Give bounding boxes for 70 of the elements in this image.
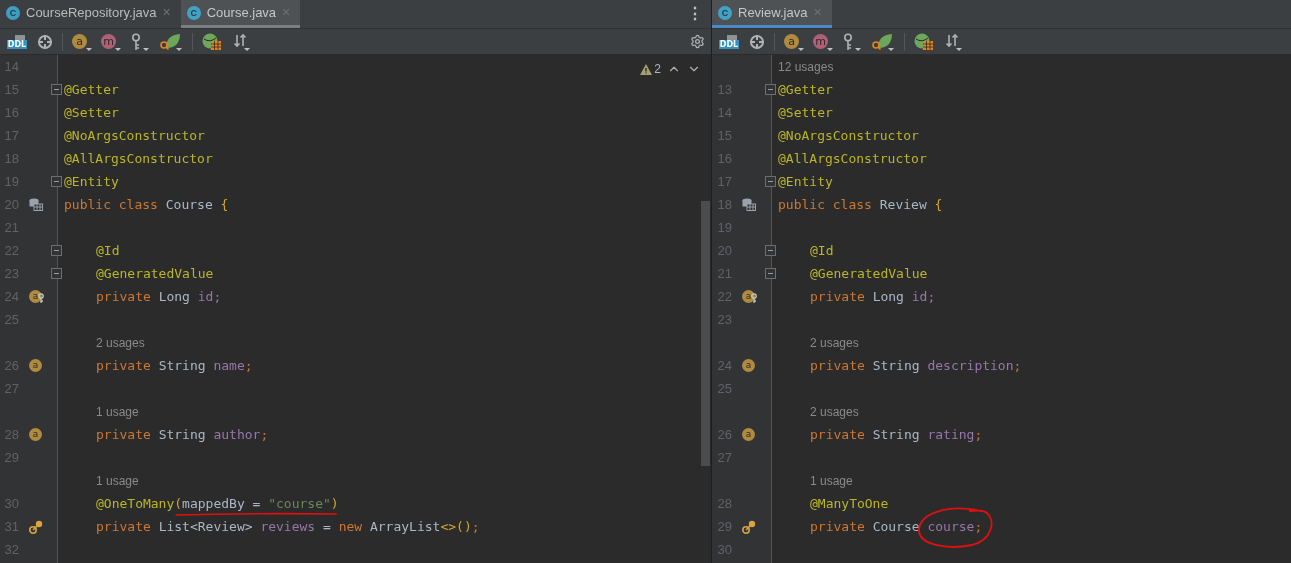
code-line: @GeneratedValue [96,264,214,283]
code-line: private Long id; [96,287,222,306]
key-dropdown-icon[interactable] [130,32,150,51]
code-line: @NoArgsConstructor [64,126,205,145]
settings-icon[interactable] [690,34,705,49]
more-menu-button[interactable]: ⋮ [679,2,711,26]
code-line: @OneToMany(mappedBy = "course") [96,493,339,514]
link-icon [29,519,43,534]
code-line: @Entity [778,172,833,191]
code-line: @Id [810,241,834,260]
sort-icon[interactable] [945,32,963,51]
sort-icon[interactable] [233,32,251,51]
code-line: @Getter [64,80,119,99]
code-line: @Id [96,241,120,260]
globe-table-icon[interactable] [202,32,224,51]
class-icon: C [6,5,20,20]
code-line: @Setter [778,103,833,122]
code-line: public class Course { [64,195,229,214]
key-dropdown-icon[interactable] [842,32,862,51]
tab-label: CourseRepository.java [26,3,157,22]
fold-icon[interactable] [765,245,776,256]
close-icon[interactable]: × [162,2,171,23]
code-line: @NoArgsConstructor [778,126,919,145]
usages-hint[interactable]: 2 usages [810,402,859,421]
warning-count[interactable]: 2 [654,60,661,78]
usages-hint[interactable]: 2 usages [810,333,859,352]
globe-table-icon[interactable] [914,32,936,51]
leaf-search-icon[interactable] [871,32,895,51]
usages-hint[interactable]: 1 usage [96,471,139,490]
code-line: @AllArgsConstructor [778,149,927,168]
code-line: private String name; [96,356,253,375]
usages-hint[interactable]: 1 usage [96,402,139,421]
code-line: private String rating; [810,425,983,444]
crosshair-icon[interactable] [37,33,53,50]
editor-tab[interactable]: C Course.java × [180,0,301,28]
code-line: @Setter [64,103,119,122]
fold-icon[interactable] [51,176,62,187]
fold-icon[interactable] [51,268,62,279]
code-line: private String description; [810,356,1022,375]
usages-hint[interactable]: 12 usages [778,57,834,76]
editor-tab[interactable]: C CourseRepository.java × [0,0,181,28]
fold-icon[interactable] [51,245,62,256]
usages-hint[interactable]: 2 usages [96,333,145,352]
code-line: @Getter [778,80,833,99]
tab-label: Review.java [738,3,808,22]
usages-hint[interactable]: 1 usage [810,471,853,490]
code-line: private List<Review> reviews = new ArrayList<>(); [96,517,480,536]
database-table-icon [29,198,43,211]
fold-icon[interactable] [51,84,62,95]
class-icon: C [718,5,732,20]
code-line: @ManyToOne [810,494,889,513]
code-line: public class Review { [778,195,943,214]
code-line: private Course course; [810,516,983,537]
code-line: @GeneratedValue [810,264,928,283]
fold-icon[interactable] [765,176,776,187]
fold-icon[interactable] [765,268,776,279]
tab-label: Course.java [206,3,277,22]
code-line: @Entity [64,172,119,191]
warning-icon[interactable] [640,63,653,75]
leaf-search-icon[interactable] [159,32,183,51]
link-icon [742,519,756,534]
code-line: @AllArgsConstructor [64,149,213,168]
editor-tab[interactable]: C Review.java × [712,0,832,28]
scrollbar-thumb[interactable] [701,201,710,466]
database-table-icon [742,198,756,211]
class-icon: C [186,5,201,20]
crosshair-icon[interactable] [749,33,765,50]
code-line: private String author; [96,425,269,444]
fold-icon[interactable] [765,84,776,95]
code-line: private Long id; [810,287,936,306]
